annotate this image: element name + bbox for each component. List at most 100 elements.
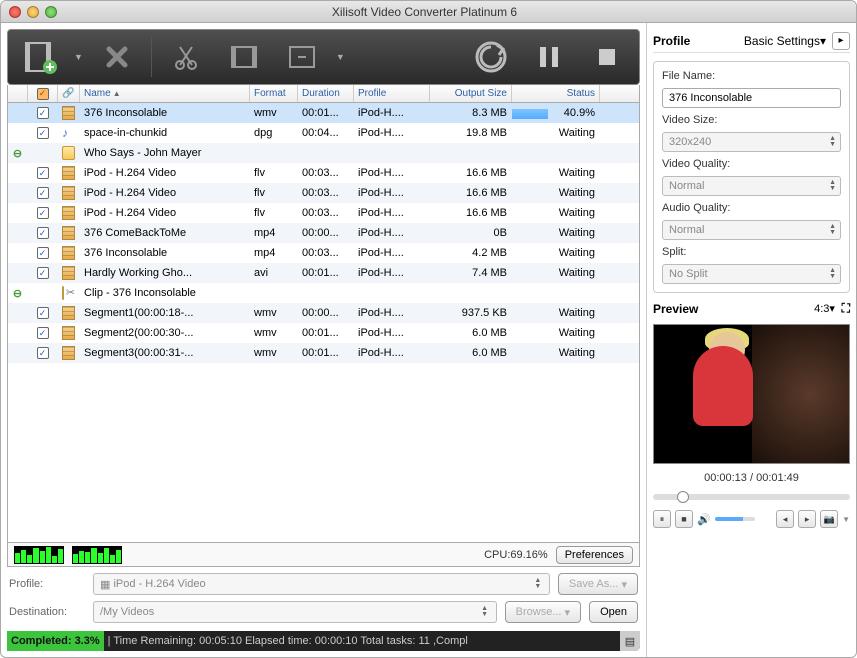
dropdown-icon[interactable]: ▼ [74, 52, 83, 62]
folder-icon [62, 286, 64, 300]
row-size: 16.6 MB [430, 187, 512, 199]
row-checkbox[interactable]: ✓ [37, 347, 49, 359]
row-checkbox[interactable]: ✓ [37, 307, 49, 319]
next-frame-button[interactable]: ▸ [798, 510, 816, 528]
row-status: Waiting [512, 327, 600, 339]
row-checkbox[interactable]: ✓ [37, 327, 49, 339]
audioquality-select[interactable]: Normal▲▼ [662, 220, 841, 240]
preview-video[interactable] [653, 324, 850, 464]
toolbar: ▼ ▼ [7, 29, 640, 85]
row-size: 19.8 MB [430, 127, 512, 139]
col-format[interactable]: Format [250, 85, 298, 102]
table-row[interactable]: ✓♪space-in-chunkiddpg00:04...iPod-H....1… [8, 123, 639, 143]
row-duration: 00:01... [298, 347, 354, 359]
status-log-icon[interactable]: ▤ [620, 631, 640, 651]
expand-toggle[interactable]: ⊖ [8, 287, 28, 300]
open-button[interactable]: Open [589, 601, 638, 623]
table-row[interactable]: ✓376 Inconsolablemp400:03...iPod-H....4.… [8, 243, 639, 263]
videoquality-select[interactable]: Normal▲▼ [662, 176, 841, 196]
fullscreen-icon[interactable]: ⛶ [842, 301, 850, 316]
row-status: 40.9% [512, 107, 600, 119]
add-file-button[interactable] [16, 35, 64, 79]
table-row[interactable]: ✓iPod - H.264 Videoflv00:03...iPod-H....… [8, 183, 639, 203]
row-checkbox[interactable]: ✓ [37, 267, 49, 279]
play-pause-button[interactable]: ⏸ [653, 510, 671, 528]
col-duration[interactable]: Duration [298, 85, 354, 102]
stop-preview-button[interactable]: ■ [675, 510, 693, 528]
video-icon [62, 246, 75, 260]
pause-button[interactable] [525, 35, 573, 79]
stop-button[interactable] [583, 35, 631, 79]
row-profile: iPod-H.... [354, 227, 430, 239]
clip-button[interactable] [162, 35, 210, 79]
status-progress: Completed: 3.3% [7, 631, 104, 651]
col-name[interactable]: Name▲ [80, 85, 250, 102]
videosize-select[interactable]: 320x240▲▼ [662, 132, 841, 152]
expand-panel-button[interactable]: ▸ [832, 32, 850, 50]
row-name: Segment1(00:00:18-... [80, 307, 250, 319]
row-checkbox[interactable]: ✓ [37, 127, 49, 139]
table-row[interactable]: ✓Segment2(00:00:30-...wmv00:01...iPod-H.… [8, 323, 639, 343]
expand-toggle[interactable]: ⊖ [8, 147, 28, 160]
minimize-button[interactable] [27, 6, 39, 18]
link-column-icon[interactable]: 🔗 [58, 85, 80, 102]
col-output-size[interactable]: Output Size [430, 85, 512, 102]
edit-button[interactable] [220, 35, 268, 79]
preview-time: 00:00:13 / 00:01:49 [653, 468, 850, 488]
select-all-checkbox[interactable]: ✓ [37, 88, 49, 100]
preferences-button[interactable]: Preferences [556, 546, 633, 564]
maximize-button[interactable] [45, 6, 57, 18]
row-name: iPod - H.264 Video [80, 207, 250, 219]
table-row[interactable]: ⊖✂Clip - 376 Inconsolable [8, 283, 639, 303]
row-name: space-in-chunkid [80, 127, 250, 139]
row-profile: iPod-H.... [354, 247, 430, 259]
cpu-graph [14, 546, 64, 564]
preview-scrubber[interactable] [653, 494, 850, 500]
basic-settings-tab[interactable]: Basic Settings▾ [696, 34, 826, 48]
table-row[interactable]: ✓Hardly Working Gho...avi00:01...iPod-H.… [8, 263, 639, 283]
snapshot-button[interactable]: 📷 [820, 510, 838, 528]
video-icon [62, 226, 75, 240]
col-status[interactable]: Status [512, 85, 600, 102]
profile-select[interactable]: ▦ iPod - H.264 Video ▲▼ [93, 573, 550, 595]
row-checkbox[interactable]: ✓ [37, 107, 49, 119]
titlebar: Xilisoft Video Converter Platinum 6 [1, 1, 856, 23]
table-row[interactable]: ✓Segment1(00:00:18-...wmv00:00...iPod-H.… [8, 303, 639, 323]
row-name: Segment3(00:00:31-... [80, 347, 250, 359]
snapshot-menu-icon[interactable]: ▼ [842, 515, 850, 524]
remove-button[interactable] [93, 35, 141, 79]
destination-field[interactable]: /My Videos ▲▼ [93, 601, 497, 623]
browse-button[interactable]: Browse... ▾ [505, 601, 581, 623]
scrubber-knob[interactable] [677, 491, 689, 503]
status-text: | Time Remaining: 00:05:10 Elapsed time:… [104, 635, 620, 647]
row-checkbox[interactable]: ✓ [37, 247, 49, 259]
row-format: flv [250, 207, 298, 219]
volume-icon[interactable]: 🔊 [697, 513, 711, 526]
row-checkbox[interactable]: ✓ [37, 227, 49, 239]
table-row[interactable]: ⊖Who Says - John Mayer [8, 143, 639, 163]
convert-button[interactable] [467, 35, 515, 79]
row-profile: iPod-H.... [354, 267, 430, 279]
row-status: Waiting [512, 347, 600, 359]
row-checkbox[interactable]: ✓ [37, 187, 49, 199]
table-row[interactable]: ✓iPod - H.264 Videoflv00:03...iPod-H....… [8, 203, 639, 223]
close-button[interactable] [9, 6, 21, 18]
table-row[interactable]: ✓376 ComeBackToMemp400:00...iPod-H....0B… [8, 223, 639, 243]
effects-button[interactable] [278, 35, 326, 79]
cpu-bar: CPU:69.16% Preferences [7, 543, 640, 567]
col-profile[interactable]: Profile [354, 85, 430, 102]
split-select[interactable]: No Split▲▼ [662, 264, 841, 284]
filename-input[interactable] [662, 88, 841, 108]
table-row[interactable]: ✓iPod - H.264 Videoflv00:03...iPod-H....… [8, 163, 639, 183]
row-checkbox[interactable]: ✓ [37, 207, 49, 219]
save-as-button[interactable]: Save As... ▾ [558, 573, 638, 595]
volume-slider[interactable] [715, 517, 755, 521]
row-checkbox[interactable]: ✓ [37, 167, 49, 179]
aspect-ratio[interactable]: 4:3▾ [814, 302, 835, 315]
table-row[interactable]: ✓376 Inconsolablewmv00:01...iPod-H....8.… [8, 103, 639, 123]
table-row[interactable]: ✓Segment3(00:00:31-...wmv00:01...iPod-H.… [8, 343, 639, 363]
row-profile: iPod-H.... [354, 187, 430, 199]
right-header: Profile Basic Settings▾ ▸ [653, 29, 850, 53]
prev-frame-button[interactable]: ◂ [776, 510, 794, 528]
dropdown-icon[interactable]: ▼ [336, 52, 345, 62]
